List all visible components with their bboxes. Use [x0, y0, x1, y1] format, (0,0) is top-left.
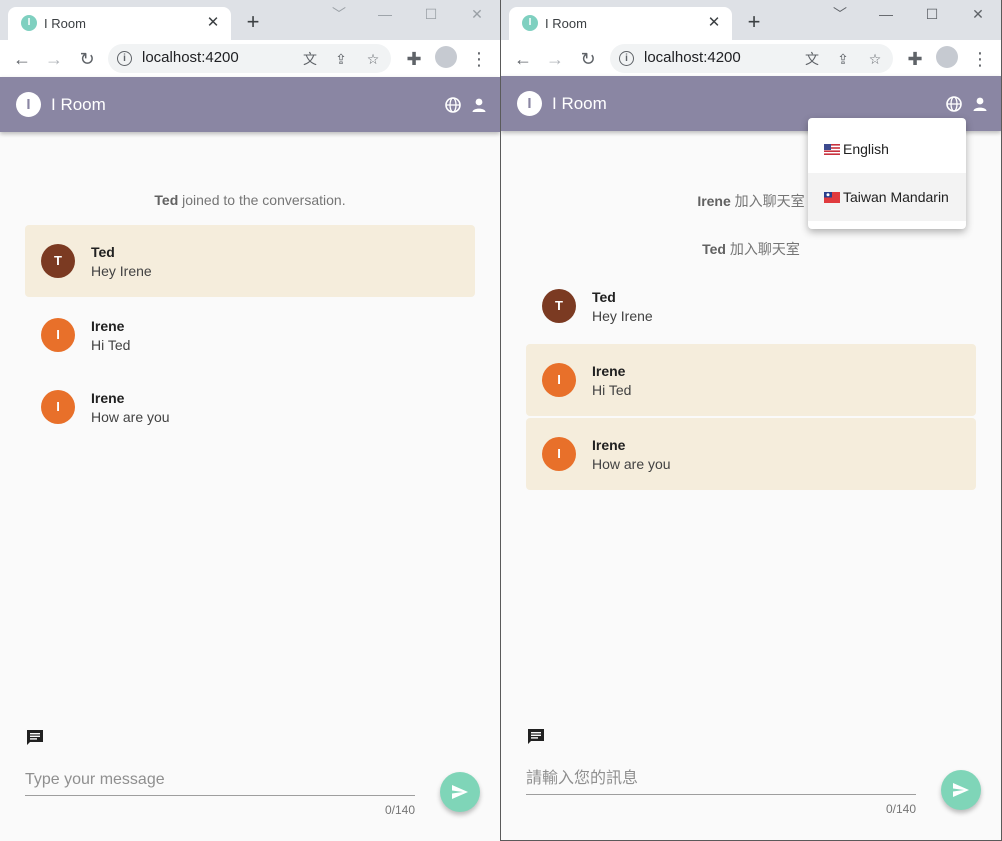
globe-icon[interactable]: [946, 96, 962, 112]
app-title: I Room: [552, 94, 607, 113]
character-counter: 0/140: [885, 802, 916, 816]
close-window-button[interactable]: ✕: [955, 0, 1001, 28]
send-button[interactable]: [440, 772, 480, 812]
message-author: Irene: [592, 363, 626, 379]
chat-message: I Irene Hi Ted: [25, 299, 475, 371]
url-text: localhost:4200: [142, 49, 239, 66]
message-text: Hi Ted: [91, 337, 131, 353]
back-arrow-icon[interactable]: ←: [509, 45, 537, 73]
tab-close-icon[interactable]: ✕: [704, 13, 724, 33]
tab-strip: I I Room ✕ + ﹀ — ☐ ✕: [501, 0, 1001, 40]
minimize-button[interactable]: —: [863, 0, 909, 28]
site-info-icon[interactable]: i: [619, 51, 634, 66]
person-icon[interactable]: [471, 97, 487, 113]
message-text: Hey Irene: [592, 308, 653, 324]
chat-message: I Irene Hi Ted: [526, 344, 976, 416]
language-label: English: [843, 141, 889, 157]
tab-close-icon[interactable]: ✕: [203, 13, 223, 33]
share-icon[interactable]: ⇪: [832, 48, 854, 70]
minimize-button[interactable]: —: [362, 0, 408, 28]
tab-strip: I I Room ✕ + ﹀ — ☐ ✕: [0, 0, 500, 40]
character-counter: 0/140: [384, 803, 415, 817]
taiwan-flag-icon: [824, 192, 840, 203]
avatar: I: [542, 437, 576, 471]
app-header: I I Room: [0, 77, 500, 132]
chat-message: T Ted Hey Irene: [526, 270, 976, 342]
browser-window-left: I I Room ✕ + ﹀ — ☐ ✕ ← → ↻ i localhost:4…: [0, 0, 500, 841]
url-text: localhost:4200: [644, 49, 741, 66]
translate-icon[interactable]: 文: [299, 48, 321, 70]
message-text: Hey Irene: [91, 263, 152, 279]
message-text: Hi Ted: [592, 382, 632, 398]
avatar: T: [542, 289, 576, 323]
maximize-button[interactable]: ☐: [909, 0, 955, 28]
profile-avatar-icon[interactable]: [936, 46, 958, 68]
app-favicon-icon: I: [522, 15, 538, 31]
message-text: How are you: [91, 409, 170, 425]
message-input[interactable]: [526, 764, 916, 795]
browser-toolbar: ← → ↻ i localhost:4200 文 ⇪ ☆ ✚ ⋮: [0, 40, 500, 77]
new-tab-button[interactable]: +: [743, 10, 765, 34]
chat-message: I Irene How are you: [526, 418, 976, 490]
message-author: Irene: [91, 318, 125, 334]
share-icon[interactable]: ⇪: [330, 48, 352, 70]
browser-tab[interactable]: I I Room ✕: [8, 7, 231, 40]
app-logo-icon: I: [517, 91, 542, 116]
message-author: Ted: [91, 244, 115, 260]
avatar: T: [41, 244, 75, 278]
tab-search-button[interactable]: ﹀: [316, 0, 362, 28]
bookmark-star-icon[interactable]: ☆: [362, 48, 384, 70]
message-text: How are you: [592, 456, 671, 472]
extensions-puzzle-icon[interactable]: ✚: [901, 45, 929, 73]
avatar: I: [542, 363, 576, 397]
globe-icon[interactable]: [445, 97, 461, 113]
us-flag-icon: [824, 144, 840, 155]
bookmark-star-icon[interactable]: ☆: [864, 48, 886, 70]
address-bar[interactable]: i localhost:4200 文 ⇪ ☆: [610, 44, 893, 73]
system-message: Ted 加入聊天室: [702, 241, 800, 257]
language-menu: English Taiwan Mandarin: [808, 118, 966, 229]
browser-tab[interactable]: I I Room ✕: [509, 7, 732, 40]
tab-search-button[interactable]: ﹀: [817, 0, 863, 28]
chat-message: I Irene How are you: [25, 371, 475, 443]
address-bar[interactable]: i localhost:4200 文 ⇪ ☆: [108, 44, 391, 73]
language-option-english[interactable]: English: [808, 125, 966, 173]
reload-icon[interactable]: ↻: [574, 45, 602, 73]
chat-bubble-icon: [27, 730, 43, 745]
app-title: I Room: [51, 95, 106, 114]
language-option-taiwan-mandarin[interactable]: Taiwan Mandarin: [808, 173, 966, 221]
avatar: I: [41, 390, 75, 424]
browser-toolbar: ← → ↻ i localhost:4200 文 ⇪ ☆ ✚ ⋮: [501, 40, 1001, 77]
site-info-icon[interactable]: i: [117, 51, 132, 66]
forward-arrow-icon[interactable]: →: [40, 45, 68, 73]
send-icon: [452, 785, 468, 799]
person-icon[interactable]: [972, 96, 988, 112]
language-label: Taiwan Mandarin: [843, 189, 949, 205]
message-author: Irene: [91, 390, 125, 406]
forward-arrow-icon[interactable]: →: [541, 45, 569, 73]
extensions-puzzle-icon[interactable]: ✚: [400, 45, 428, 73]
maximize-button[interactable]: ☐: [408, 0, 454, 28]
app-logo-icon: I: [16, 92, 41, 117]
chat-message: T Ted Hey Irene: [25, 225, 475, 297]
kebab-menu-icon[interactable]: ⋮: [966, 45, 994, 73]
new-tab-button[interactable]: +: [242, 10, 264, 34]
kebab-menu-icon[interactable]: ⋮: [465, 45, 493, 73]
close-window-button[interactable]: ✕: [454, 0, 500, 28]
tab-title: I Room: [44, 16, 86, 31]
back-arrow-icon[interactable]: ←: [8, 45, 36, 73]
translate-icon[interactable]: 文: [801, 48, 823, 70]
send-icon: [953, 783, 969, 797]
send-button[interactable]: [941, 770, 981, 810]
tab-title: I Room: [545, 16, 587, 31]
reload-icon[interactable]: ↻: [73, 45, 101, 73]
profile-avatar-icon[interactable]: [435, 46, 457, 68]
system-message: Ted joined to the conversation.: [154, 192, 346, 208]
app-favicon-icon: I: [21, 15, 37, 31]
message-input[interactable]: [25, 765, 415, 796]
message-author: Irene: [592, 437, 626, 453]
message-author: Ted: [592, 289, 616, 305]
chat-bubble-icon: [528, 729, 544, 744]
avatar: I: [41, 318, 75, 352]
